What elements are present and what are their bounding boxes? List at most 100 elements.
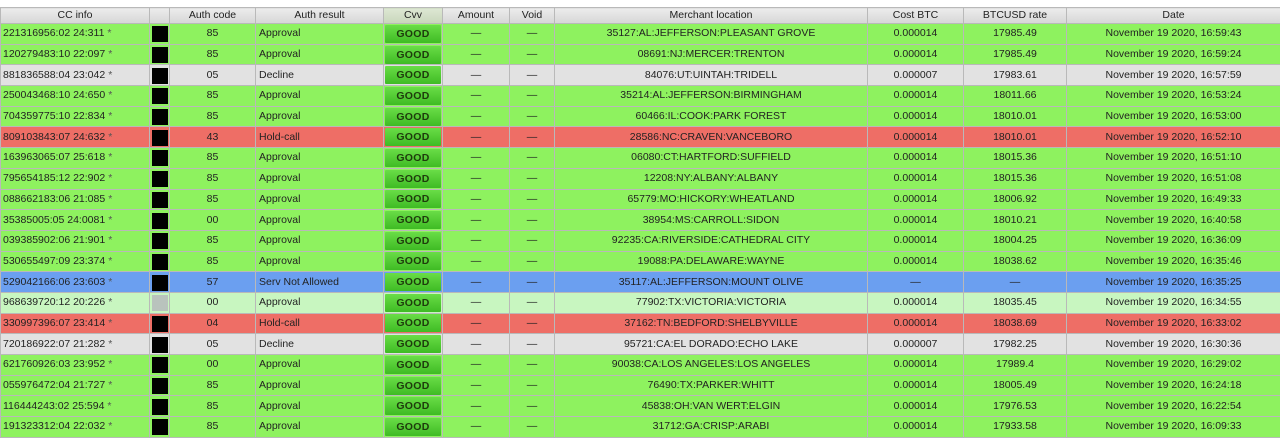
marker-cell (149, 354, 170, 376)
cc-info-cell[interactable]: 191323312:04 22:032 * (0, 416, 150, 438)
cc-info-cell[interactable]: 35385005:05 24:0081 * (0, 209, 150, 231)
marker-cell (149, 167, 170, 190)
cc-info-cell[interactable]: 330997396:07 23:414 * (0, 312, 150, 335)
card-marker-swatch (151, 419, 168, 436)
date-cell: November 19 2020, 16:51:10 (1066, 147, 1280, 169)
auth-code-cell: 85 (169, 416, 256, 438)
star-mark: * (107, 27, 112, 40)
table-row[interactable]: 120279483:10 22:097 * 85 Approval GOOD — —0869… (0, 43, 1280, 66)
void-cell: — (509, 43, 555, 66)
btcusd-rate-cell: 18006.92 (963, 188, 1067, 211)
cvv-cell: GOOD (383, 395, 443, 418)
date-cell: November 19 2020, 16:30:36 (1066, 333, 1280, 355)
cost-btc-cell: 0.000007 (867, 64, 964, 87)
cc-info-cell[interactable]: 116444243:02 25:594 * (0, 395, 150, 418)
date-cell: November 19 2020, 16:52:10 (1066, 126, 1280, 149)
col-header-merchant-location[interactable]: Merchant location (554, 7, 868, 24)
cc-info-cell[interactable]: 088662183:06 21:085 * (0, 188, 150, 211)
cvv-good-badge: GOOD (385, 190, 441, 209)
table-row[interactable]: 720186922:07 21:282 * 05 Decline GOOD — —95721… (0, 333, 1280, 355)
col-header-amount[interactable]: Amount (442, 7, 510, 24)
table-row[interactable]: 088662183:06 21:085 * 85 Approval GOOD — —6577… (0, 188, 1280, 211)
date-cell: November 19 2020, 16:36:09 (1066, 229, 1280, 252)
cvv-good-badge: GOOD (385, 314, 441, 333)
marker-cell (149, 126, 170, 149)
cvv-good-badge: GOOD (385, 128, 441, 147)
col-header-date[interactable]: Date (1066, 7, 1280, 24)
star-mark: * (108, 254, 113, 267)
table-row[interactable]: 221316956:02 24:311 * 85 Approval GOOD — —3512… (0, 23, 1280, 45)
card-marker-swatch (151, 274, 168, 291)
table-row[interactable]: 881836588:04 23:042 * 05 Decline GOOD — —84076… (0, 64, 1280, 87)
auth-result-cell: Approval (255, 209, 384, 231)
cc-info-cell[interactable]: 120279483:10 22:097 * (0, 43, 150, 66)
table-row[interactable]: 055976472:04 21:727 * 85 Approval GOOD — —7649… (0, 374, 1280, 397)
transactions-table: CC info Auth code Auth result Cvv Amount… (0, 7, 1280, 438)
cc-info-cell[interactable]: 530655497:09 23:374 * (0, 250, 150, 273)
cc-info-text: 039385902:06 21:901 (3, 234, 106, 247)
auth-result-cell: Approval (255, 23, 384, 45)
cc-info-cell[interactable]: 968639720:12 20:226 * (0, 291, 150, 314)
amount-cell: — (442, 354, 510, 376)
table-row[interactable]: 116444243:02 25:594 * 85 Approval GOOD — —4583… (0, 395, 1280, 418)
cc-info-cell[interactable]: 809103843:07 24:632 * (0, 126, 150, 149)
col-header-auth-result[interactable]: Auth result (255, 7, 384, 24)
cc-info-cell[interactable]: 529042166:06 23:603 * (0, 271, 150, 293)
cvv-cell: GOOD (383, 333, 443, 355)
table-row[interactable]: 163963065:07 25:618 * 85 Approval GOOD — —0608… (0, 147, 1280, 169)
void-cell: — (509, 354, 555, 376)
cvv-cell: GOOD (383, 43, 443, 66)
col-header-void[interactable]: Void (509, 7, 555, 24)
table-row[interactable]: 795654185:12 22:902 * 85 Approval GOOD — —1220… (0, 167, 1280, 190)
cc-info-cell[interactable]: 720186922:07 21:282 * (0, 333, 150, 355)
cost-btc-cell: 0.000014 (867, 395, 964, 418)
col-header-cost-btc[interactable]: Cost BTC (867, 7, 964, 24)
table-row[interactable]: 704359775:10 22:834 * 85 Approval GOOD — —6046… (0, 105, 1280, 128)
col-header-auth-code[interactable]: Auth code (169, 7, 256, 24)
cc-info-cell[interactable]: 795654185:12 22:902 * (0, 167, 150, 190)
col-header-btcusd-rate[interactable]: BTCUSD rate (963, 7, 1067, 24)
cost-btc-cell: 0.000014 (867, 105, 964, 128)
star-mark: * (108, 48, 113, 61)
btcusd-rate-cell: 17985.49 (963, 23, 1067, 45)
amount-cell: — (442, 147, 510, 169)
cc-info-cell[interactable]: 621760926:03 23:952 * (0, 354, 150, 376)
cvv-cell: GOOD (383, 105, 443, 128)
auth-result-cell: Hold-call (255, 312, 384, 335)
cc-info-text: 116444243:02 25:594 (3, 399, 105, 412)
cc-info-text: 120279483:10 22:097 (3, 48, 106, 61)
table-row[interactable]: 530655497:09 23:374 * 85 Approval GOOD — —1908… (0, 250, 1280, 273)
table-row[interactable]: 529042166:06 23:603 * 57 Serv Not Allowed GO… (0, 271, 1280, 293)
star-mark: * (108, 275, 113, 288)
star-mark: * (108, 213, 113, 226)
star-mark: * (108, 68, 113, 81)
cc-info-cell[interactable]: 163963065:07 25:618 * (0, 147, 150, 169)
cc-info-cell[interactable]: 055976472:04 21:727 * (0, 374, 150, 397)
cc-info-cell[interactable]: 221316956:02 24:311 * (0, 23, 150, 45)
table-row[interactable]: 35385005:05 24:0081 * 00 Approval GOOD — —3895… (0, 209, 1280, 231)
date-cell: November 19 2020, 16:53:24 (1066, 85, 1280, 107)
table-row[interactable]: 621760926:03 23:952 * 00 Approval GOOD — —9003… (0, 354, 1280, 376)
table-row[interactable]: 039385902:06 21:901 * 85 Approval GOOD — —9223… (0, 229, 1280, 252)
table-row[interactable]: 809103843:07 24:632 * 43 Hold-call GOOD — —285… (0, 126, 1280, 149)
merchant-location-cell: 12208:NY:ALBANY:ALBANY (554, 167, 868, 190)
cc-info-cell[interactable]: 704359775:10 22:834 * (0, 105, 150, 128)
marker-cell (149, 209, 170, 231)
card-marker-swatch (151, 378, 168, 395)
cc-info-cell[interactable]: 250043468:10 24:650 * (0, 85, 150, 107)
table-row[interactable]: 250043468:10 24:650 * 85 Approval GOOD — —3521… (0, 85, 1280, 107)
date-cell: November 19 2020, 16:22:54 (1066, 395, 1280, 418)
table-row[interactable]: 191323312:04 22:032 * 85 Approval GOOD — —3171… (0, 416, 1280, 438)
cc-info-cell[interactable]: 039385902:06 21:901 * (0, 229, 150, 252)
cc-info-cell[interactable]: 881836588:04 23:042 * (0, 64, 150, 87)
col-header-cc-info[interactable]: CC info (0, 7, 150, 24)
table-row[interactable]: 330997396:07 23:414 * 04 Hold-call GOOD — —371… (0, 312, 1280, 335)
auth-result-cell: Approval (255, 291, 384, 314)
btcusd-rate-cell: 18011.66 (963, 85, 1067, 107)
cvv-cell: GOOD (383, 229, 443, 252)
merchant-location-cell: 92235:CA:RIVERSIDE:CATHEDRAL CITY (554, 229, 868, 252)
cvv-good-badge: GOOD (385, 417, 441, 436)
marker-cell (149, 333, 170, 355)
table-row[interactable]: 968639720:12 20:226 * 00 Approval GOOD — —7790… (0, 291, 1280, 314)
col-header-cvv[interactable]: Cvv (383, 7, 443, 24)
